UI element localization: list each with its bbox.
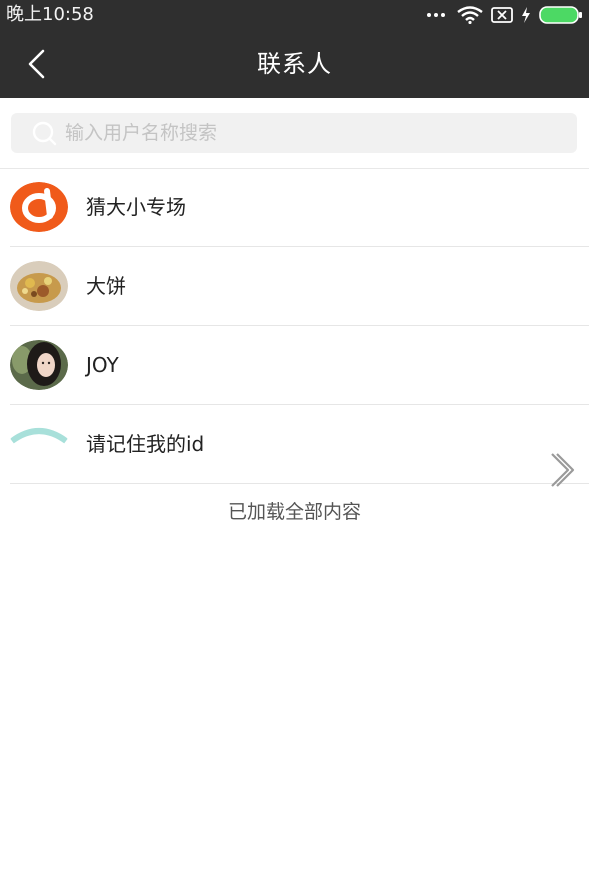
list-item[interactable]: 请记住我的id: [10, 405, 589, 484]
list-item[interactable]: 猜大小专场: [10, 168, 589, 247]
search-box[interactable]: [11, 113, 577, 153]
status-time: 晚上10:58: [6, 4, 94, 25]
nav-bar: 联系人: [0, 30, 589, 98]
search-icon: [32, 121, 57, 146]
status-bar: 晚上10:58: [0, 0, 589, 30]
avatar: [10, 182, 68, 232]
loaded-all-message: 已加载全部内容: [227, 501, 361, 523]
search-area: [0, 98, 589, 168]
orange-brand-logo-icon: [10, 182, 68, 232]
contact-name: JOY: [86, 353, 119, 377]
avatar: [10, 261, 68, 311]
sim-card-x-icon: [491, 7, 513, 23]
avatar: [10, 419, 68, 469]
list-item[interactable]: 大饼: [10, 247, 589, 326]
wifi-icon: [457, 6, 483, 24]
contact-list: 猜大小专场 大饼 JOY 请记住我的id: [0, 168, 589, 484]
battery-icon: [539, 6, 582, 24]
charging-bolt-icon: [522, 7, 530, 23]
contact-name: 大饼: [86, 274, 126, 298]
more-dots-icon: [427, 13, 445, 17]
contact-name: 猜大小专场: [86, 195, 186, 219]
status-icons: [427, 6, 583, 24]
food-photo-icon: [10, 261, 68, 311]
person-photo-icon: [10, 340, 68, 390]
chevron-right-icon[interactable]: [546, 450, 578, 490]
teal-arc-logo-icon: [10, 428, 68, 444]
contact-name: 请记住我的id: [86, 432, 205, 456]
page-title: 联系人: [257, 50, 332, 78]
list-item[interactable]: JOY: [10, 326, 589, 405]
avatar: [10, 340, 68, 390]
search-input[interactable]: [63, 121, 547, 145]
